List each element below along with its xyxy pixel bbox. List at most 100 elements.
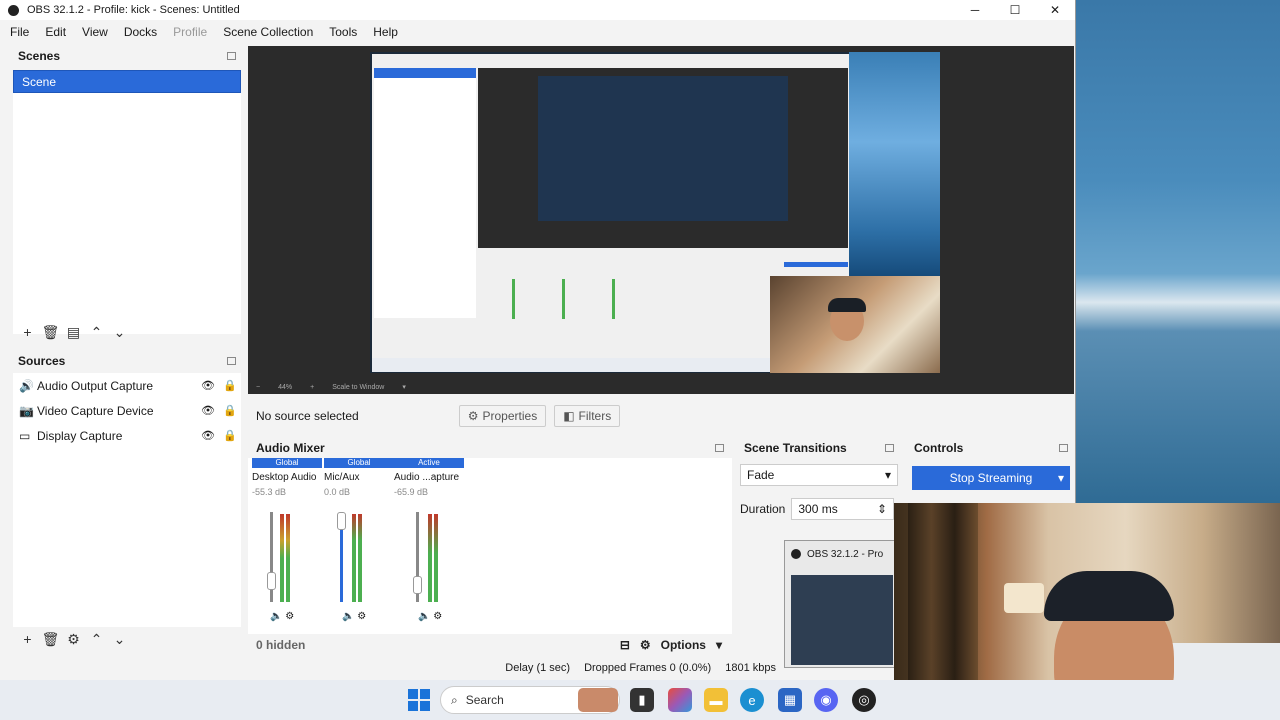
level-meter bbox=[434, 514, 438, 602]
scale-select[interactable]: Scale to Window bbox=[332, 384, 384, 391]
eye-icon[interactable]: 👁 bbox=[197, 404, 219, 417]
nested-preview bbox=[478, 68, 848, 248]
source-toolbar: No source selected ⚙ Properties ◧ Filters bbox=[248, 402, 1074, 430]
menu-help[interactable]: Help bbox=[373, 25, 398, 39]
preview-canvas[interactable] bbox=[248, 46, 1074, 382]
channel-name[interactable]: Audio ...apture bbox=[394, 468, 464, 483]
edge-icon[interactable]: e bbox=[740, 688, 764, 712]
mixer-channel: Active Audio ...apture -65.9 dB 🔈 ⚙ bbox=[394, 458, 464, 626]
slider-handle[interactable] bbox=[267, 572, 276, 590]
zoom-out-icon[interactable]: − bbox=[256, 384, 260, 391]
channel-db: -55.3 dB bbox=[252, 487, 287, 497]
scene-item[interactable]: Scene bbox=[13, 70, 241, 93]
channel-name[interactable]: Desktop Audio bbox=[252, 468, 322, 483]
spin-icon[interactable]: ⇕ bbox=[877, 502, 887, 516]
slider-handle[interactable] bbox=[413, 576, 422, 594]
undock-icon[interactable] bbox=[885, 444, 894, 452]
discord-icon[interactable]: ◉ bbox=[814, 688, 838, 712]
trash-icon[interactable]: 🗑 bbox=[39, 631, 62, 648]
dropped-frames-status: Dropped Frames 0 (0.0%) bbox=[584, 662, 712, 674]
zoom-in-icon[interactable]: + bbox=[310, 384, 314, 391]
duration-input[interactable]: 300 ms ⇕ bbox=[791, 498, 894, 520]
copilot-icon[interactable] bbox=[668, 688, 692, 712]
gear-icon[interactable]: ⚙ bbox=[62, 631, 85, 648]
transitions-title: Scene Transitions bbox=[744, 441, 847, 455]
mute-icon[interactable]: 🔈 ⚙ bbox=[418, 611, 442, 622]
properties-label: Properties bbox=[482, 409, 538, 423]
store-icon[interactable]: ▦ bbox=[778, 688, 802, 712]
arrow-up-icon[interactable]: ⌃ bbox=[85, 631, 108, 648]
options-button[interactable]: Options bbox=[661, 638, 706, 652]
volume-slider[interactable] bbox=[337, 512, 346, 602]
source-item[interactable]: ▭ Display Capture 👁 🔒 bbox=[13, 423, 241, 448]
terminal-icon[interactable]: ▮ bbox=[630, 688, 654, 712]
taskbar-preview-popup[interactable]: OBS 32.1.2 - Pro bbox=[784, 540, 896, 668]
level-meter bbox=[280, 514, 284, 602]
folder-icon[interactable]: ▬ bbox=[704, 688, 728, 712]
lock-icon[interactable]: 🔒 bbox=[219, 379, 241, 392]
properties-button[interactable]: ⚙ Properties bbox=[458, 405, 547, 427]
arrow-down-icon[interactable]: ⌄ bbox=[108, 631, 131, 648]
arrow-up-icon[interactable]: ⌃ bbox=[85, 324, 108, 341]
channel-name[interactable]: Mic/Aux bbox=[324, 468, 394, 483]
transition-select[interactable]: Fade ▾ bbox=[740, 464, 898, 486]
source-item[interactable]: 📷 Video Capture Device 👁 🔒 bbox=[13, 398, 241, 423]
stop-streaming-button[interactable]: Stop Streaming ▾ bbox=[912, 466, 1070, 490]
add-icon[interactable]: + bbox=[16, 324, 39, 340]
landscape-widget-icon[interactable] bbox=[578, 688, 618, 712]
mixer-channel: Global Mic/Aux 0.0 dB 🔈 ⚙ bbox=[324, 458, 394, 626]
chevron-down-icon[interactable]: ▾ bbox=[716, 638, 722, 652]
lock-icon[interactable]: 🔒 bbox=[219, 429, 241, 442]
obs-taskbar-icon[interactable]: ◎ bbox=[852, 688, 876, 712]
display-capture-image bbox=[370, 52, 940, 373]
speaker-icon: 🔊 bbox=[19, 378, 34, 393]
menu-tools[interactable]: Tools bbox=[329, 25, 357, 39]
maximize-button[interactable]: ☐ bbox=[995, 3, 1035, 17]
duration-label: Duration bbox=[740, 502, 786, 516]
add-icon[interactable]: + bbox=[16, 631, 39, 647]
slider-handle[interactable] bbox=[337, 512, 346, 530]
filter-icon[interactable]: ▤ bbox=[62, 324, 85, 341]
no-source-label: No source selected bbox=[256, 409, 359, 423]
eye-icon[interactable]: 👁 bbox=[197, 429, 219, 442]
windows-start-icon[interactable] bbox=[408, 689, 430, 711]
source-label: Audio Output Capture bbox=[37, 378, 154, 393]
menu-scene-collection[interactable]: Scene Collection bbox=[223, 25, 313, 39]
eye-icon[interactable]: 👁 bbox=[197, 379, 219, 392]
close-button[interactable]: ✕ bbox=[1035, 3, 1075, 17]
menu-docks[interactable]: Docks bbox=[124, 25, 157, 39]
mixer-footer: 0 hidden ⊟ ⚙ Options ▾ bbox=[248, 636, 732, 654]
undock-icon[interactable] bbox=[715, 444, 724, 452]
nested-stop-bar bbox=[784, 262, 848, 267]
mute-icon[interactable]: 🔈 ⚙ bbox=[342, 611, 366, 622]
lock-icon[interactable]: 🔒 bbox=[219, 404, 241, 417]
chevron-down-icon[interactable]: ▾ bbox=[1058, 471, 1064, 485]
source-item[interactable]: 🔊 Audio Output Capture 👁 🔒 bbox=[13, 373, 241, 398]
undock-icon[interactable] bbox=[1059, 444, 1068, 452]
gear-icon[interactable]: ⚙ bbox=[640, 638, 651, 652]
scene-list: Scene bbox=[13, 70, 241, 334]
zoom-level: 44% bbox=[278, 383, 293, 391]
channel-badge: Global bbox=[324, 458, 394, 468]
mixer-title: Audio Mixer bbox=[256, 441, 325, 455]
menu-view[interactable]: View bbox=[82, 25, 108, 39]
layout-icon[interactable]: ⊟ bbox=[620, 638, 630, 652]
menu-profile[interactable]: Profile bbox=[173, 25, 207, 39]
undock-icon[interactable] bbox=[227, 52, 236, 60]
menu-edit[interactable]: Edit bbox=[45, 25, 66, 39]
arrow-down-icon[interactable]: ⌄ bbox=[108, 324, 131, 341]
mute-icon[interactable]: 🔈 ⚙ bbox=[270, 611, 294, 622]
level-meter bbox=[428, 514, 432, 602]
volume-slider[interactable] bbox=[413, 512, 422, 602]
sources-dock: Sources 🔊 Audio Output Capture 👁 🔒 📷 Vid… bbox=[10, 351, 244, 651]
camera-icon: 📷 bbox=[19, 403, 34, 418]
trash-icon[interactable]: 🗑 bbox=[39, 324, 62, 341]
chevron-down-icon[interactable]: ▾ bbox=[402, 383, 406, 391]
menu-file[interactable]: File bbox=[10, 25, 29, 39]
filters-button[interactable]: ◧ Filters bbox=[554, 405, 621, 427]
undock-icon[interactable] bbox=[227, 357, 236, 365]
cap-image bbox=[828, 298, 866, 312]
volume-slider[interactable] bbox=[267, 512, 276, 602]
scenes-title: Scenes bbox=[18, 49, 61, 63]
minimize-button[interactable]: ─ bbox=[955, 3, 995, 17]
